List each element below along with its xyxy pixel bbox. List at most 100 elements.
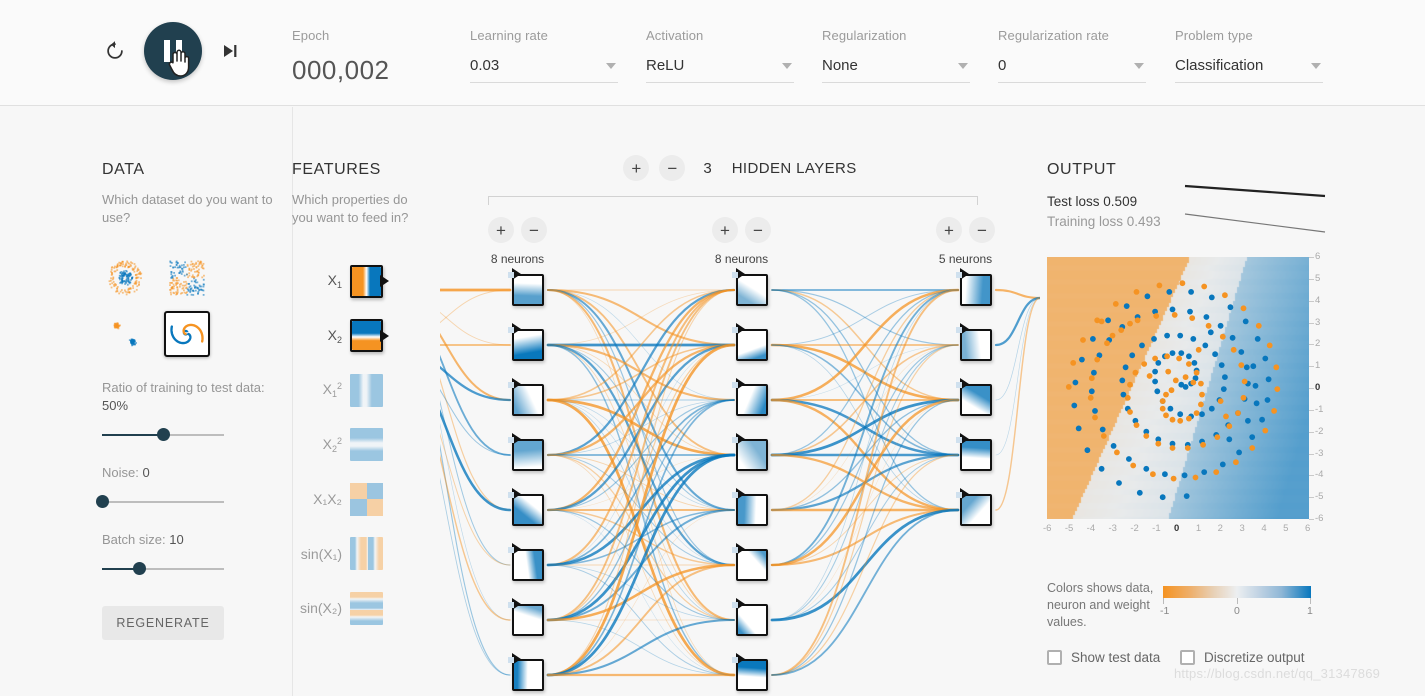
regularization-select[interactable]: None xyxy=(822,57,970,83)
bias-indicator[interactable] xyxy=(508,547,514,553)
bias-indicator[interactable] xyxy=(732,602,738,608)
ratio-slider[interactable] xyxy=(102,428,224,442)
problem-type-select[interactable]: Classification xyxy=(1175,57,1323,83)
data-point xyxy=(1133,289,1140,295)
reset-button[interactable] xyxy=(100,34,130,68)
y-axis-tick: -5 xyxy=(1315,491,1324,503)
dataset-thumb-spiral[interactable] xyxy=(164,311,210,357)
data-point xyxy=(1119,377,1126,384)
y-axis-tickmark xyxy=(1309,497,1314,499)
y-axis-tick: 4 xyxy=(1315,294,1321,306)
feature-swatch xyxy=(350,591,383,625)
bias-indicator[interactable] xyxy=(508,382,514,388)
data-point xyxy=(1126,456,1132,462)
data-point xyxy=(1218,362,1225,368)
show-test-data-checkbox[interactable]: Show test data xyxy=(1047,650,1160,665)
bias-indicator[interactable] xyxy=(508,327,514,333)
bias-indicator[interactable] xyxy=(732,437,738,443)
weight-link[interactable] xyxy=(771,289,959,566)
weight-link[interactable] xyxy=(440,290,511,621)
weight-link[interactable] xyxy=(995,297,1040,511)
feature-node-1[interactable] xyxy=(350,264,389,298)
regularization-rate-select[interactable]: 0 xyxy=(998,57,1146,83)
step-forward-button[interactable] xyxy=(216,34,244,68)
weight-link[interactable] xyxy=(547,289,735,566)
neuron-gradient xyxy=(514,551,542,579)
data-point xyxy=(1199,411,1205,418)
data-point xyxy=(1249,434,1256,440)
weight-link[interactable] xyxy=(440,345,512,512)
bias-indicator[interactable] xyxy=(732,657,738,663)
data-point xyxy=(1143,433,1150,439)
noise-slider[interactable] xyxy=(96,495,224,509)
feature-node-4[interactable] xyxy=(350,428,383,461)
bias-indicator[interactable] xyxy=(732,272,738,278)
activation-select[interactable]: ReLU xyxy=(646,57,794,83)
learning-rate-select[interactable]: 0.03 xyxy=(470,57,618,83)
feature-node-3[interactable] xyxy=(350,373,383,407)
feature-node-6[interactable] xyxy=(350,537,383,570)
data-point xyxy=(1195,346,1202,353)
y-axis-tickmark xyxy=(1309,344,1314,346)
discretize-output-checkbox[interactable]: Discretize output xyxy=(1180,650,1305,665)
bias-indicator[interactable] xyxy=(732,492,738,498)
output-heatmap[interactable] xyxy=(1047,257,1309,519)
regularization-value: None xyxy=(822,57,858,74)
weight-link[interactable] xyxy=(771,509,959,676)
bias-indicator[interactable] xyxy=(508,657,514,663)
bias-indicator[interactable] xyxy=(956,382,962,388)
bias-indicator[interactable] xyxy=(508,437,514,443)
bias-indicator[interactable] xyxy=(956,492,962,498)
noise-slider-group: Noise: 0 xyxy=(96,464,277,509)
watermark: https://blog.csdn.net/qq_31347869 xyxy=(1174,666,1381,681)
data-point xyxy=(1171,312,1178,318)
weight-link[interactable] xyxy=(771,454,959,676)
neuron-gradient xyxy=(738,276,766,304)
weight-link[interactable] xyxy=(547,399,735,676)
bias-indicator[interactable] xyxy=(508,272,514,278)
data-point xyxy=(1146,373,1153,379)
test-loss-label: Test loss xyxy=(1047,194,1100,209)
epoch-display: Epoch 000,002 xyxy=(292,28,389,83)
weight-link[interactable] xyxy=(771,399,959,676)
show-test-data-label: Show test data xyxy=(1071,650,1161,665)
batch-slider-knob[interactable] xyxy=(132,562,146,575)
ratio-slider-group: Ratio of training to test data: 50% xyxy=(102,379,277,442)
bias-indicator[interactable] xyxy=(732,547,738,553)
data-point xyxy=(1181,472,1188,479)
dataset-thumb-exclusive-or[interactable] xyxy=(164,255,210,301)
weight-link[interactable] xyxy=(440,290,511,566)
ratio-slider-knob[interactable] xyxy=(157,428,170,441)
bias-indicator[interactable] xyxy=(508,602,514,608)
bias-indicator[interactable] xyxy=(732,327,738,333)
weight-link[interactable] xyxy=(995,297,1040,401)
y-axis-tickmark xyxy=(1309,519,1314,520)
data-point xyxy=(1172,377,1179,384)
bias-indicator[interactable] xyxy=(956,327,962,333)
play-pause-button[interactable] xyxy=(144,22,202,80)
dataset-thumb-gaussian[interactable] xyxy=(102,311,148,357)
weight-link[interactable] xyxy=(440,289,511,345)
y-axis-tick: -6 xyxy=(1315,513,1324,524)
data-point xyxy=(1088,375,1095,382)
feature-node-5[interactable] xyxy=(350,482,383,516)
data-point xyxy=(1193,369,1200,376)
bias-indicator[interactable] xyxy=(508,492,514,498)
batch-slider[interactable] xyxy=(102,562,224,576)
data-point xyxy=(1177,417,1184,424)
bias-indicator[interactable] xyxy=(956,437,962,443)
data-point xyxy=(1227,304,1234,311)
dataset-thumb-circle[interactable] xyxy=(102,255,148,301)
weight-link[interactable] xyxy=(440,290,511,346)
feature-node-2[interactable] xyxy=(350,319,389,352)
weight-link[interactable] xyxy=(994,288,1040,300)
regenerate-button[interactable]: REGENERATE xyxy=(102,606,224,640)
weight-link[interactable] xyxy=(440,290,511,456)
noise-slider-knob[interactable] xyxy=(96,495,109,508)
bias-indicator[interactable] xyxy=(732,382,738,388)
data-point xyxy=(1165,368,1172,375)
feature-node-7[interactable] xyxy=(350,591,383,625)
feature-label-4: X22 xyxy=(322,435,342,454)
playground-app: Epoch 000,002 Learning rate 0.03 Activat… xyxy=(0,0,1425,696)
bias-indicator[interactable] xyxy=(956,272,962,278)
